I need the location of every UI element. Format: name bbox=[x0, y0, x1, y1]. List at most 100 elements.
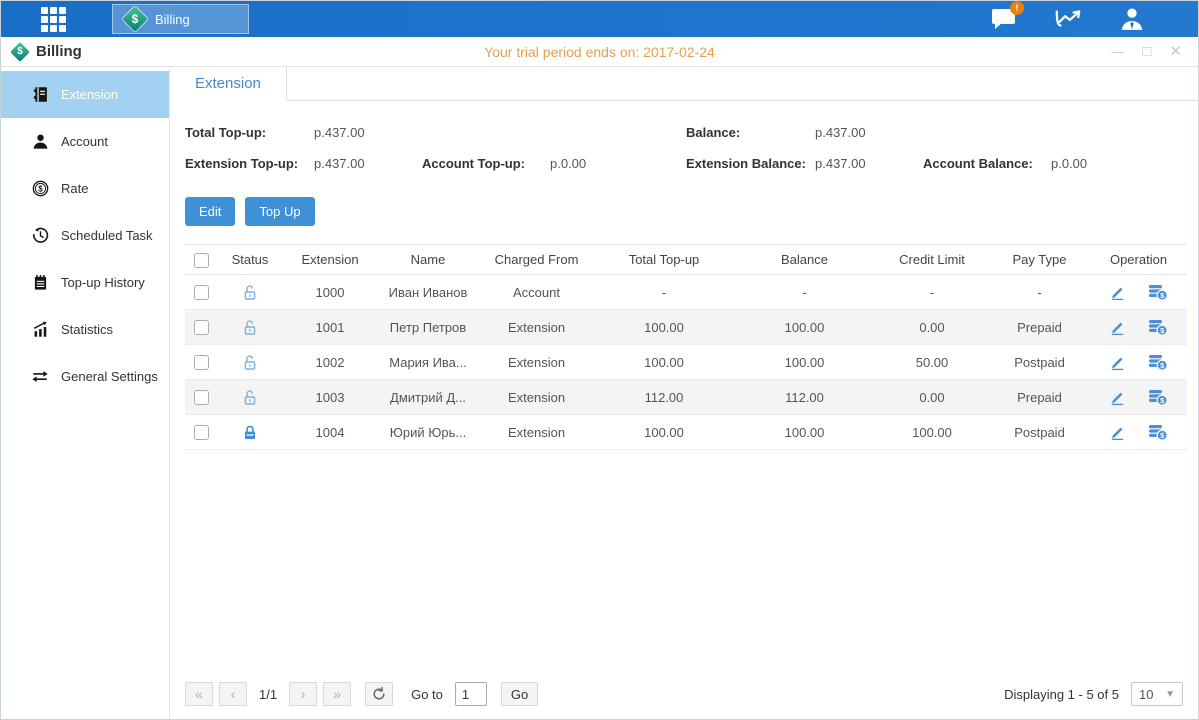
row-checkbox[interactable] bbox=[194, 320, 209, 335]
col-balance: Balance bbox=[734, 245, 875, 275]
title-bar: Your trial period ends on: 2017-02-24 $ … bbox=[1, 37, 1198, 67]
page-size-value: 10 bbox=[1139, 687, 1153, 702]
sidebar-item-label: General Settings bbox=[61, 369, 158, 384]
refresh-button[interactable] bbox=[365, 682, 393, 706]
table-row: 1002 Мария Ива... Extension 100.00 100.0… bbox=[185, 345, 1187, 380]
row-checkbox[interactable] bbox=[194, 285, 209, 300]
edit-pencil-icon[interactable] bbox=[1109, 389, 1126, 406]
billing-diamond-icon: $ bbox=[123, 7, 147, 31]
lock-closed-icon[interactable] bbox=[242, 424, 258, 441]
extension-topup-value: p.437.00 bbox=[314, 156, 422, 171]
row-checkbox[interactable] bbox=[194, 425, 209, 440]
account-balance-value: p.0.00 bbox=[1051, 156, 1087, 171]
sidebar-item-general-settings[interactable]: General Settings bbox=[1, 353, 169, 400]
edit-pencil-icon[interactable] bbox=[1109, 354, 1126, 371]
extension-topup-label: Extension Top-up: bbox=[185, 156, 314, 171]
topup-coins-icon[interactable]: $ bbox=[1148, 423, 1168, 441]
table-row: 1001 Петр Петров Extension 100.00 100.00… bbox=[185, 310, 1187, 345]
next-page-button[interactable]: › bbox=[289, 682, 317, 706]
edit-pencil-icon[interactable] bbox=[1109, 424, 1126, 441]
statistics-icon bbox=[31, 321, 49, 339]
edit-pencil-icon[interactable] bbox=[1109, 284, 1126, 301]
billing-diamond-icon-small: $ bbox=[11, 43, 29, 61]
summary-left: Total Top-up: p.437.00 Extension Top-up:… bbox=[185, 117, 686, 179]
topup-coins-icon[interactable]: $ bbox=[1148, 283, 1168, 301]
tab-strip: Extension bbox=[170, 67, 1199, 101]
topup-coins-icon[interactable]: $ bbox=[1148, 353, 1168, 371]
lock-open-icon[interactable] bbox=[242, 354, 258, 371]
select-all-checkbox[interactable] bbox=[194, 253, 209, 268]
edit-pencil-icon[interactable] bbox=[1109, 319, 1126, 336]
sidebar-item-statistics[interactable]: Statistics bbox=[1, 306, 169, 353]
col-operation: Operation bbox=[1090, 245, 1187, 275]
col-charged-from: Charged From bbox=[479, 245, 594, 275]
sidebar-item-account[interactable]: Account bbox=[1, 118, 169, 165]
sidebar-item-label: Extension bbox=[61, 87, 118, 102]
extensions-table: Status Extension Name Charged From Total… bbox=[185, 244, 1187, 450]
account-balance-label: Account Balance: bbox=[923, 156, 1051, 171]
prev-page-button[interactable]: ‹ bbox=[219, 682, 247, 706]
sidebar-item-rate[interactable]: $ Rate bbox=[1, 165, 169, 212]
window-title-group: $ Billing bbox=[1, 43, 82, 61]
maximize-icon[interactable]: □ bbox=[1142, 44, 1151, 59]
lock-open-icon[interactable] bbox=[242, 319, 258, 336]
row-checkbox[interactable] bbox=[194, 355, 209, 370]
page-indicator: 1/1 bbox=[259, 687, 277, 702]
sidebar-item-topup-history[interactable]: Top-up History bbox=[1, 259, 169, 306]
sidebar-item-scheduled-task[interactable]: Scheduled Task bbox=[1, 212, 169, 259]
sidebar-item-label: Top-up History bbox=[61, 275, 145, 290]
account-icon bbox=[31, 133, 49, 151]
refresh-icon bbox=[372, 687, 386, 701]
total-topup-label: Total Top-up: bbox=[185, 125, 314, 140]
sidebar-item-extension[interactable]: Extension bbox=[1, 71, 169, 118]
sidebar-item-label: Scheduled Task bbox=[61, 228, 153, 243]
footer-right: Displaying 1 - 5 of 5 10 ▼ bbox=[1004, 682, 1183, 706]
close-icon[interactable]: ✕ bbox=[1169, 44, 1182, 59]
messages-icon[interactable]: ! bbox=[990, 6, 1018, 32]
topbar-icons: ! bbox=[990, 6, 1198, 32]
go-button[interactable]: Go bbox=[501, 682, 538, 706]
user-glyph bbox=[1119, 6, 1145, 32]
col-pay-type: Pay Type bbox=[989, 245, 1090, 275]
lock-open-icon[interactable] bbox=[242, 284, 258, 301]
table-row: 1000 Иван Иванов Account - - - - $ bbox=[185, 275, 1187, 310]
col-extension: Extension bbox=[283, 245, 377, 275]
top-up-button[interactable]: Top Up bbox=[245, 197, 314, 226]
lock-open-icon[interactable] bbox=[242, 389, 258, 406]
user-icon[interactable] bbox=[1118, 6, 1146, 32]
account-topup-value: p.0.00 bbox=[550, 156, 586, 171]
first-page-button[interactable]: « bbox=[185, 682, 213, 706]
sidebar-item-label: Statistics bbox=[61, 322, 113, 337]
total-topup-value: p.437.00 bbox=[314, 125, 422, 140]
col-name: Name bbox=[377, 245, 479, 275]
pager: « ‹ 1/1 › » Go to Go bbox=[185, 682, 538, 706]
topup-coins-icon[interactable]: $ bbox=[1148, 318, 1168, 336]
col-credit-limit: Credit Limit bbox=[875, 245, 989, 275]
edit-button[interactable]: Edit bbox=[185, 197, 235, 226]
tab-extension[interactable]: Extension bbox=[170, 67, 287, 101]
row-checkbox[interactable] bbox=[194, 390, 209, 405]
topup-coins-icon[interactable]: $ bbox=[1148, 388, 1168, 406]
task-tab-label: Billing bbox=[155, 12, 190, 27]
content: Total Top-up: p.437.00 Extension Top-up:… bbox=[170, 101, 1199, 719]
apps-grid-icon[interactable] bbox=[36, 5, 70, 33]
sidebar-item-label: Rate bbox=[61, 181, 88, 196]
page-size-select[interactable]: 10 ▼ bbox=[1131, 682, 1183, 706]
minimize-icon[interactable]: — bbox=[1111, 45, 1124, 58]
task-tab-billing[interactable]: $ Billing bbox=[112, 4, 249, 34]
goto-page-input[interactable] bbox=[455, 682, 487, 706]
notification-badge: ! bbox=[1010, 1, 1024, 15]
extension-icon bbox=[31, 86, 49, 104]
action-buttons: Edit Top Up bbox=[185, 197, 1187, 226]
account-topup-label: Account Top-up: bbox=[422, 156, 550, 171]
rate-icon: $ bbox=[31, 180, 49, 198]
window-controls: — □ ✕ bbox=[1111, 44, 1198, 59]
pagination-bar: « ‹ 1/1 › » Go to Go bbox=[178, 675, 1187, 719]
table-row: 1004 Юрий Юрь... Extension 100.00 100.00… bbox=[185, 415, 1187, 450]
statistics-chart-icon[interactable] bbox=[1054, 6, 1082, 32]
main-panel: Extension Total Top-up: p.437.00 Extensi… bbox=[169, 67, 1199, 719]
sidebar: Extension Account $ Rate Scheduled Task bbox=[1, 67, 169, 719]
svg-text:$: $ bbox=[38, 184, 43, 193]
chart-line-glyph bbox=[1054, 7, 1082, 31]
last-page-button[interactable]: » bbox=[323, 682, 351, 706]
